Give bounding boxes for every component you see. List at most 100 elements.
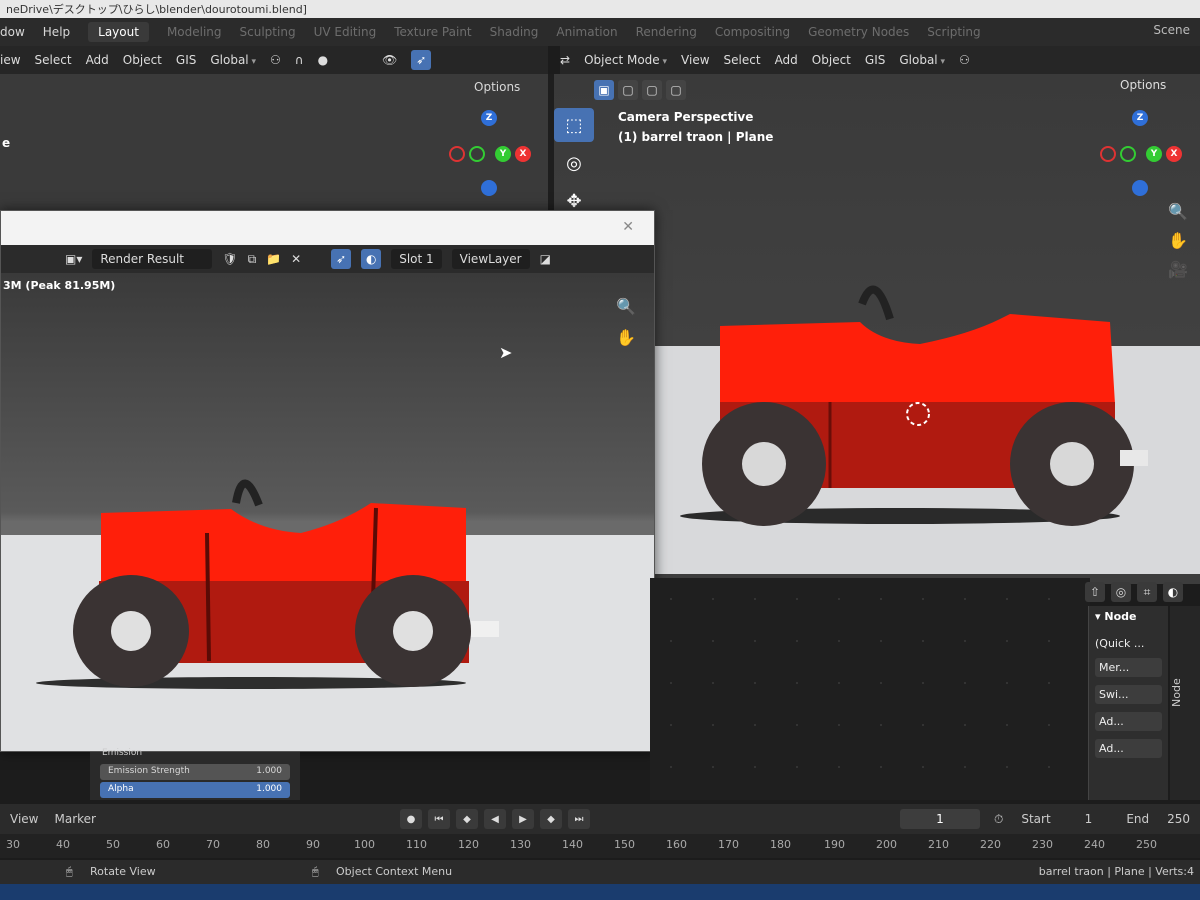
next-keyframe-icon[interactable]: ◆	[539, 809, 562, 829]
new-image-icon[interactable]: ⧉	[248, 252, 257, 267]
node-pin-icon[interactable]: ⇧	[1085, 582, 1105, 602]
menu-gis[interactable]: GIS	[176, 53, 196, 67]
scene-selector[interactable]: Scene	[1153, 23, 1190, 37]
menu-add-right[interactable]: Add	[775, 53, 798, 67]
neg-z-axis-icon-right[interactable]	[1132, 180, 1148, 196]
transform-orientation-dropdown[interactable]: Global	[210, 53, 256, 67]
zoom-icon[interactable]: 🔍	[1168, 202, 1188, 221]
merge-button[interactable]: Mer...	[1095, 658, 1162, 677]
tab-modeling[interactable]: Modeling	[167, 25, 222, 39]
pivot-icon-right[interactable]: ⚇	[959, 53, 970, 67]
open-folder-icon[interactable]: 📁	[266, 252, 281, 266]
prev-keyframe-icon[interactable]: ◆	[455, 809, 478, 829]
pivot-icon[interactable]: ⚇	[270, 53, 281, 67]
cursor-tool-icon[interactable]: ◎	[554, 146, 594, 180]
neg-x-axis-icon[interactable]	[449, 146, 465, 162]
timeline-menu-view[interactable]: View	[10, 812, 38, 826]
menu-object-right[interactable]: Object	[812, 53, 851, 67]
camera-view-icon[interactable]: 🎥	[1168, 260, 1188, 279]
start-frame-value[interactable]: 1	[1085, 812, 1093, 826]
menu-help[interactable]: Help	[43, 25, 70, 39]
tab-animation[interactable]: Animation	[556, 25, 617, 39]
select-box-icon[interactable]: ▣	[594, 80, 614, 100]
play-icon[interactable]: ▶	[511, 809, 534, 829]
transform-orientation-dropdown-right[interactable]: Global	[899, 53, 945, 67]
tab-rendering[interactable]: Rendering	[636, 25, 697, 39]
end-frame-value[interactable]: 250	[1167, 812, 1190, 826]
tab-geometry-nodes[interactable]: Geometry Nodes	[808, 25, 909, 39]
gizmo-toggle-icon-render[interactable]: ➶	[331, 249, 352, 269]
node-overlay-icon[interactable]: ◎	[1111, 582, 1131, 602]
render-window-titlebar[interactable]: ✕	[1, 211, 654, 245]
x-axis-icon-right[interactable]: X	[1166, 146, 1182, 162]
editor-type-icon[interactable]: ⇄	[560, 53, 570, 67]
switch-button[interactable]: Swi...	[1095, 685, 1162, 704]
emission-strength-field[interactable]: Emission Strength 1.000	[100, 764, 290, 780]
display-channels-icon[interactable]: ◪	[540, 252, 551, 266]
render-canvas[interactable]: 🔍 ✋ ➤	[1, 273, 654, 751]
play-reverse-icon[interactable]: ◀	[483, 809, 506, 829]
current-frame-field[interactable]: 1	[899, 809, 980, 829]
fake-user-shield-icon[interactable]: 🛡	[222, 252, 237, 266]
overlay-toggle-icon[interactable]: ◐	[361, 249, 382, 269]
tab-uv-editing[interactable]: UV Editing	[314, 25, 377, 39]
gizmo-toggle-icon[interactable]: ➶	[411, 50, 432, 70]
unlink-x-icon[interactable]: ✕	[291, 252, 301, 266]
tab-compositing[interactable]: Compositing	[715, 25, 790, 39]
options-dropdown-right[interactable]: Options	[1120, 78, 1166, 92]
x-axis-icon[interactable]: X	[515, 146, 531, 162]
jump-start-icon[interactable]: ⏮	[427, 809, 450, 829]
tab-layout[interactable]: Layout	[88, 22, 149, 42]
image-name-field[interactable]: Render Result	[92, 249, 213, 269]
neg-z-axis-icon[interactable]	[481, 180, 497, 196]
select-subtract-icon[interactable]: ▢	[642, 80, 662, 100]
alpha-field[interactable]: Alpha 1.000	[100, 782, 290, 798]
menu-window[interactable]: dow	[0, 25, 25, 39]
timeline-menu-marker[interactable]: Marker	[54, 812, 95, 826]
menu-select-right[interactable]: Select	[724, 53, 761, 67]
node-snap-icon[interactable]: ⌗	[1137, 582, 1157, 602]
y-axis-icon-right[interactable]: Y	[1146, 146, 1162, 162]
menu-gis-right[interactable]: GIS	[865, 53, 885, 67]
render-result-window[interactable]: ✕ ▣▾ Render Result 🛡 ⧉ 📁 ✕ ➶ ◐ Slot 1 Vi…	[0, 210, 655, 752]
render-pan-hand-icon[interactable]: ✋	[616, 328, 636, 347]
window-close-icon[interactable]: ✕	[622, 219, 634, 235]
record-icon[interactable]: ●	[399, 809, 422, 829]
add-button-1[interactable]: Ad...	[1095, 712, 1162, 731]
sidebar-tab-node[interactable]: Node	[1170, 606, 1200, 800]
render-slot-dropdown[interactable]: Slot 1	[391, 249, 442, 269]
select-extend-icon[interactable]: ▢	[618, 80, 638, 100]
z-axis-icon-right[interactable]: Z	[1132, 110, 1148, 126]
proportional-icon[interactable]: ●	[318, 53, 328, 67]
node-backdrop-icon[interactable]: ◐	[1163, 582, 1183, 602]
render-zoom-icon[interactable]: 🔍	[616, 297, 636, 316]
pan-hand-icon[interactable]: ✋	[1168, 231, 1188, 250]
visibility-icon[interactable]: 👁	[382, 53, 397, 67]
jump-end-icon[interactable]: ⏭	[567, 809, 590, 829]
node-editor[interactable]	[650, 578, 1090, 800]
neg-x-axis-icon-right[interactable]	[1100, 146, 1116, 162]
tab-sculpting[interactable]: Sculpting	[240, 25, 296, 39]
navigation-gizmo-right[interactable]: Z Y X	[1096, 108, 1186, 198]
z-axis-icon[interactable]: Z	[481, 110, 497, 126]
snap-icon[interactable]: ∩	[295, 53, 304, 67]
neg-y-axis-icon[interactable]	[469, 146, 485, 162]
view-layer-dropdown[interactable]: ViewLayer	[451, 249, 530, 269]
tab-texture-paint[interactable]: Texture Paint	[394, 25, 471, 39]
tab-scripting[interactable]: Scripting	[927, 25, 980, 39]
select-mode-buttons[interactable]: ▣ ▢ ▢ ▢	[594, 80, 686, 100]
stopwatch-icon[interactable]: ⏱	[994, 812, 1003, 827]
neg-y-axis-icon-right[interactable]	[1120, 146, 1136, 162]
mode-dropdown[interactable]: Object Mode	[584, 53, 667, 67]
select-intersect-icon[interactable]: ▢	[666, 80, 686, 100]
navigation-gizmo-left[interactable]: Z Y X	[445, 108, 535, 198]
add-button-2[interactable]: Ad...	[1095, 739, 1162, 758]
select-tool-icon[interactable]: ⬚	[554, 108, 594, 142]
y-axis-icon[interactable]: Y	[495, 146, 511, 162]
menu-object[interactable]: Object	[123, 53, 162, 67]
menu-add[interactable]: Add	[86, 53, 109, 67]
image-editor-type-icon[interactable]: ▣▾	[65, 252, 82, 266]
timeline-ruler[interactable]: 30 40 50 60 70 80 90 100 110 120 130 140…	[0, 834, 1200, 858]
options-dropdown-left[interactable]: Options	[474, 80, 520, 94]
menu-view-right[interactable]: View	[681, 53, 709, 67]
